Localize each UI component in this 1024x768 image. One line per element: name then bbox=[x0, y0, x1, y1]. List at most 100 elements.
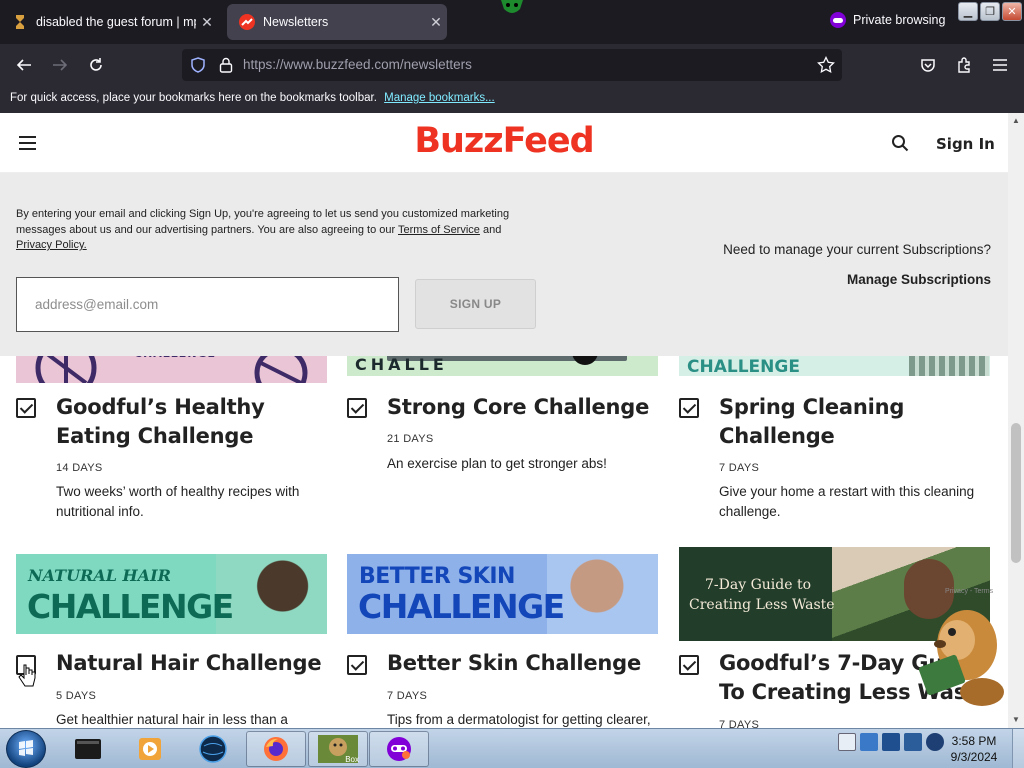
window-controls: ▁ ❐ ✕ bbox=[958, 2, 1022, 21]
subscribe-checkbox[interactable] bbox=[679, 398, 699, 418]
tab-newsletters[interactable]: Newsletters ✕ bbox=[227, 4, 447, 40]
site-header: BuzzFeed Sign In bbox=[0, 113, 1008, 173]
card-image-line2: CHALLENGE bbox=[358, 587, 565, 626]
subscribe-checkbox[interactable] bbox=[679, 655, 699, 675]
card-image-text: CHALLENGE bbox=[687, 357, 800, 376]
sign-up-button[interactable]: SIGN UP bbox=[415, 279, 536, 329]
card-description: Two weeks’ worth of healthy recipes with… bbox=[56, 484, 300, 519]
tab-strip: disabled the guest forum | mpp ✕ Newslet… bbox=[0, 0, 1024, 44]
minimize-icon[interactable]: ▁ bbox=[958, 2, 978, 21]
card-description: Give your home a restart with this clean… bbox=[719, 484, 975, 519]
clock-date: 9/3/2024 bbox=[950, 750, 998, 764]
os-taskbar: Box 3:58 PM 9/3/2024 bbox=[0, 728, 1024, 768]
tab-guest-forum[interactable]: disabled the guest forum | mpp ✕ bbox=[0, 4, 222, 40]
reload-icon[interactable] bbox=[82, 51, 110, 79]
card-description: Tips from a dermatologist for getting cl… bbox=[387, 712, 651, 727]
manage-subscriptions-question: Need to manage your current Subscription… bbox=[723, 242, 991, 257]
taskbar-clock[interactable]: 3:58 PM 9/3/2024 bbox=[944, 733, 1004, 765]
box-app-label: Box bbox=[345, 755, 359, 764]
card-title: Spring Cleaning Challenge bbox=[719, 395, 905, 448]
card-image: BETTER SKIN CHALLENGE bbox=[347, 554, 658, 634]
card-image: NATURAL HAIR CHALLENGE bbox=[16, 554, 327, 634]
email-field[interactable]: address@email.com bbox=[16, 277, 399, 332]
privacy-policy-link[interactable]: Privacy Policy. bbox=[16, 239, 87, 251]
card-title: Better Skin Challenge bbox=[387, 651, 641, 675]
app-menu-icon[interactable] bbox=[986, 51, 1014, 79]
scroll-down-icon[interactable]: ▼ bbox=[1008, 715, 1024, 724]
show-desktop-button[interactable] bbox=[1012, 729, 1024, 768]
terminal-icon[interactable] bbox=[58, 731, 118, 767]
forward-icon[interactable] bbox=[46, 51, 74, 79]
tracking-shield-icon[interactable] bbox=[188, 55, 208, 75]
card-description: An exercise plan to get stronger abs! bbox=[387, 456, 607, 471]
card-image-text: CHALLE bbox=[355, 355, 448, 374]
card-duration: 14 DAYS bbox=[56, 462, 103, 474]
system-tray bbox=[838, 733, 944, 751]
manage-bookmarks-link[interactable]: Manage bookmarks... bbox=[384, 92, 495, 104]
box-app-icon[interactable]: Box bbox=[308, 731, 368, 767]
newsletter-signup-panel: By entering your email and clicking Sign… bbox=[0, 173, 1008, 356]
private-mask-icon bbox=[830, 12, 846, 28]
terms-of-service-link[interactable]: Terms of Service bbox=[398, 224, 480, 236]
consent-and: and bbox=[482, 223, 502, 236]
hourglass-icon bbox=[12, 14, 28, 30]
card-image-line1: 7-Day Guide to bbox=[705, 577, 811, 593]
bookmarks-toolbar: For quick access, place your bookmarks h… bbox=[0, 86, 1024, 113]
close-tab-icon[interactable]: ✕ bbox=[196, 14, 218, 31]
page-viewport: CHALLENGE Goodful’s Healthy Eating Chall… bbox=[0, 113, 1008, 728]
private-label: Private browsing bbox=[853, 13, 946, 27]
page-scrollbar[interactable]: ▲ ▼ bbox=[1008, 113, 1024, 728]
network-icon[interactable] bbox=[882, 733, 900, 751]
buzzfeed-trend-icon bbox=[239, 14, 255, 30]
firefox-icon[interactable] bbox=[246, 731, 306, 767]
media-player-icon[interactable] bbox=[120, 731, 180, 767]
buzzfeed-logo[interactable]: BuzzFeed bbox=[0, 121, 1008, 161]
clock-time: 3:58 PM bbox=[951, 734, 997, 748]
close-tab-icon[interactable]: ✕ bbox=[425, 14, 447, 31]
globe-icon[interactable] bbox=[183, 731, 243, 767]
bookmarks-hint: For quick access, place your bookmarks h… bbox=[10, 92, 377, 104]
card-description: Get healthier natural hair in less than … bbox=[56, 712, 288, 727]
tray-expand-icon[interactable] bbox=[838, 733, 856, 751]
alien-decoration-icon bbox=[501, 0, 523, 13]
card-title: Strong Core Challenge bbox=[387, 395, 650, 419]
email-placeholder: address@email.com bbox=[35, 297, 159, 312]
card-duration: 7 DAYS bbox=[719, 719, 760, 728]
scroll-up-icon[interactable]: ▲ bbox=[1008, 116, 1024, 125]
recaptcha-text: Privacy - Terms bbox=[945, 588, 994, 595]
manage-subscriptions-link[interactable]: Manage Subscriptions bbox=[847, 272, 991, 287]
sign-in-link[interactable]: Sign In bbox=[936, 135, 995, 153]
card-duration: 7 DAYS bbox=[719, 462, 760, 474]
hamburger-menu-icon[interactable] bbox=[19, 136, 36, 150]
bookmark-star-icon[interactable] bbox=[816, 55, 836, 75]
address-bar[interactable]: https://www.buzzfeed.com/newsletters bbox=[182, 49, 842, 81]
tray-app-icon[interactable] bbox=[860, 733, 878, 751]
subscribe-checkbox[interactable] bbox=[347, 398, 367, 418]
card-image-line2: Creating Less Waste bbox=[689, 597, 835, 613]
scrollbar-thumb[interactable] bbox=[1011, 423, 1021, 563]
tab-title: disabled the guest forum | mpp bbox=[36, 15, 196, 29]
card-duration: 7 DAYS bbox=[387, 690, 428, 702]
volume-icon[interactable] bbox=[926, 733, 944, 751]
search-icon[interactable] bbox=[891, 134, 909, 152]
pocket-icon[interactable] bbox=[914, 51, 942, 79]
back-icon[interactable] bbox=[10, 51, 38, 79]
card-duration: 21 DAYS bbox=[387, 433, 434, 445]
private-browsing-icon[interactable] bbox=[369, 731, 429, 767]
card-image-line1: NATURAL HAIR bbox=[28, 566, 171, 585]
start-button[interactable] bbox=[6, 730, 46, 768]
subscribe-checkbox[interactable] bbox=[347, 655, 367, 675]
consent-text: By entering your email and clicking Sign… bbox=[16, 207, 556, 254]
subscribe-checkbox[interactable] bbox=[16, 398, 36, 418]
url-text: https://www.buzzfeed.com/newsletters bbox=[243, 57, 472, 72]
display-icon[interactable] bbox=[904, 733, 922, 751]
extensions-icon[interactable] bbox=[950, 51, 978, 79]
restore-icon[interactable]: ❐ bbox=[980, 2, 1000, 21]
private-browsing-indicator: Private browsing bbox=[830, 12, 945, 28]
mouse-cursor-icon bbox=[18, 664, 36, 687]
lock-icon[interactable] bbox=[216, 55, 236, 75]
card-image-line1: BETTER SKIN bbox=[359, 564, 515, 589]
card-title: Natural Hair Challenge bbox=[56, 651, 322, 675]
squirrel-mascot-icon bbox=[918, 610, 1004, 706]
close-window-icon[interactable]: ✕ bbox=[1002, 2, 1022, 21]
